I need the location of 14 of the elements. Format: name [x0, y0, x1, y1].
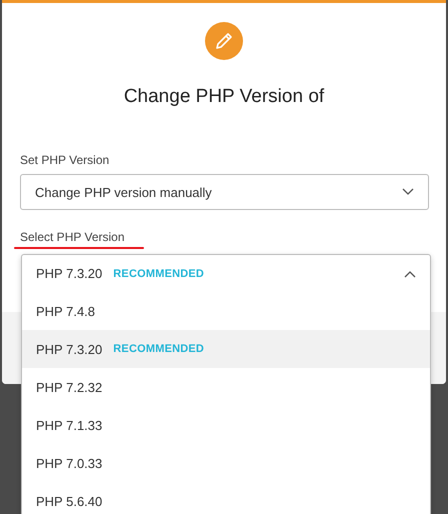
dropdown-option[interactable]: PHP 7.3.20 RECOMMENDED — [22, 330, 430, 368]
recommended-tag: RECOMMENDED — [113, 268, 204, 280]
dropdown-field[interactable]: Change PHP version manually — [20, 174, 429, 210]
recommended-tag: RECOMMENDED — [113, 343, 204, 355]
dropdown-option[interactable]: PHP 7.4.8 — [22, 292, 430, 330]
field-label: Select PHP Version — [20, 230, 125, 244]
dropdown-field[interactable]: PHP 7.3.20 RECOMMENDED — [22, 255, 430, 292]
dialog-title: Change PHP Version of — [124, 86, 324, 108]
dropdown-option[interactable]: PHP 5.6.40 — [22, 482, 430, 514]
dropdown-option[interactable]: PHP 7.1.33 — [22, 406, 430, 444]
pencil-icon — [205, 22, 243, 60]
dropdown-option[interactable]: PHP 7.2.32 — [22, 368, 430, 406]
field-label: Set PHP Version — [20, 153, 110, 167]
dropdown-option[interactable]: PHP 7.0.33 — [22, 444, 430, 482]
